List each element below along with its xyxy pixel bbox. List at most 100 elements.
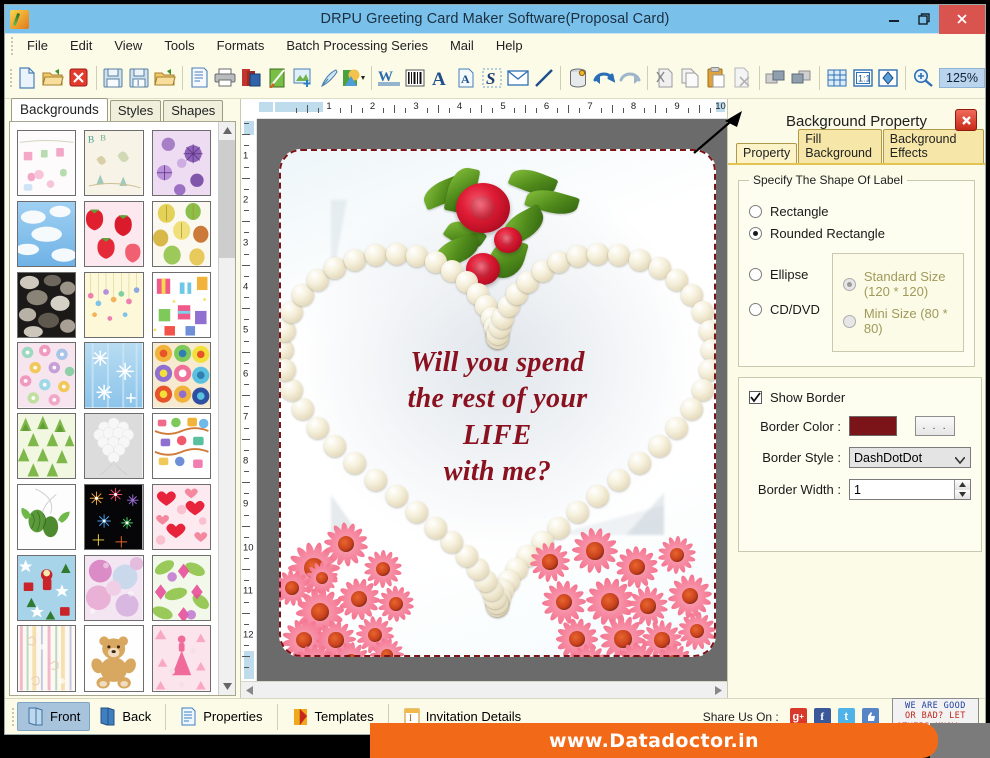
show-border-checkbox[interactable]	[749, 391, 762, 404]
new-document-icon[interactable]	[14, 63, 40, 93]
thumbnail-dark-pebbles-stones[interactable]	[17, 271, 77, 338]
scrollbar-thumb[interactable]	[219, 140, 235, 258]
stepper-up-icon[interactable]	[955, 480, 970, 490]
thumbnail-red-strawberries[interactable]	[84, 200, 144, 268]
radio-cd-dvd[interactable]	[749, 303, 762, 316]
thumbnail-yellow-confetti-drops[interactable]	[84, 271, 144, 338]
stepper-buttons[interactable]	[954, 480, 970, 499]
border-color-swatch[interactable]	[849, 416, 897, 436]
radio-row-rectangle[interactable]: Rectangle	[749, 204, 964, 219]
delete-red-x-icon[interactable]	[66, 63, 92, 93]
menu-formats[interactable]: Formats	[206, 36, 276, 55]
fit-page-icon[interactable]	[876, 63, 902, 93]
tab-backgrounds[interactable]: Backgrounds	[11, 98, 108, 121]
shape-gradient-icon[interactable]	[341, 63, 367, 93]
text-bold-a-icon[interactable]: A	[428, 63, 454, 93]
thumbnail-kids-toys-white[interactable]	[151, 413, 211, 480]
radio-rectangle[interactable]	[749, 205, 762, 218]
thumbnail-circle-mandalas-bright[interactable]	[151, 342, 211, 409]
signature-s-icon[interactable]: S	[479, 63, 505, 93]
toolbar-gripper[interactable]	[7, 68, 14, 87]
thumbnail-pastel-flower-mosaic[interactable]	[17, 342, 77, 409]
tab-shapes[interactable]: Shapes	[163, 100, 224, 121]
watermark-icon[interactable]: W	[376, 63, 402, 93]
thumbnail-red-hearts-pink[interactable]	[151, 483, 211, 551]
redo-icon[interactable]	[617, 63, 643, 93]
thumbnail-blue-snowflakes[interactable]	[84, 342, 144, 409]
thumbnail-green-pine-trees[interactable]	[17, 413, 77, 480]
zoom-level-label[interactable]: 125%	[939, 67, 985, 88]
stepper-down-icon[interactable]	[955, 489, 970, 499]
menu-gripper[interactable]	[8, 36, 16, 55]
border-width-value[interactable]: 1	[854, 483, 861, 497]
pen-icon[interactable]	[316, 63, 342, 93]
thumbnail-white-rose-heart-grey[interactable]	[84, 413, 144, 480]
panel-close-icon[interactable]	[955, 109, 977, 131]
copy-icon[interactable]	[677, 63, 703, 93]
border-color-picker-button[interactable]: . . .	[915, 416, 955, 436]
thumbnail-fireworks-black[interactable]	[84, 483, 144, 551]
paste-delete-icon[interactable]	[729, 63, 755, 93]
text-box-a-icon[interactable]: A	[453, 63, 479, 93]
scroll-left-icon[interactable]	[241, 682, 258, 698]
bottom-item-back[interactable]: Back	[90, 703, 160, 730]
thumbnail-teddy-bear-white[interactable]	[84, 625, 144, 692]
bottom-item-properties[interactable]: Properties	[171, 703, 271, 730]
radio-row-standard-size[interactable]: Standard Size (120 * 120)	[842, 269, 953, 299]
print-icon[interactable]	[213, 63, 239, 93]
border-style-select[interactable]: DashDotDot	[849, 447, 971, 468]
paint-card-icon[interactable]	[264, 63, 290, 93]
radio-mini-size[interactable]	[842, 314, 856, 328]
card-layers-icon[interactable]	[238, 63, 264, 93]
menu-view[interactable]: View	[103, 36, 153, 55]
radio-row-ellipse[interactable]: Ellipse	[749, 267, 820, 282]
scrollbar-track[interactable]	[219, 258, 235, 678]
bottom-item-front[interactable]: Front	[17, 702, 91, 731]
thumbnail-green-pinecone-white[interactable]	[17, 483, 77, 551]
bottombar-gripper[interactable]	[9, 707, 17, 726]
bring-front-icon[interactable]	[764, 63, 790, 93]
database-icon[interactable]	[565, 63, 591, 93]
thumbnail-green-pink-petals[interactable]	[151, 554, 211, 621]
save-as-icon[interactable]: I	[126, 63, 152, 93]
card-canvas[interactable]: Will you spend the rest of your LIFE wit…	[257, 119, 727, 681]
tab-styles[interactable]: Styles	[109, 100, 162, 121]
bottom-item-templates[interactable]: Templates	[283, 703, 383, 730]
scroll-up-icon[interactable]	[219, 122, 235, 139]
thumbnail-autumn-leaves-pastel[interactable]	[151, 200, 211, 268]
thumbnail-blue-sky-clouds[interactable]	[17, 200, 77, 268]
barcode-icon[interactable]	[402, 63, 428, 93]
thumbnail-baby-clothesline-pink[interactable]	[17, 130, 77, 197]
scroll-down-icon[interactable]	[219, 678, 235, 695]
menu-file[interactable]: File	[16, 36, 59, 55]
thumbnail-baby-storks-beige[interactable]: B B	[84, 130, 144, 197]
greeting-card[interactable]: Will you spend the rest of your LIFE wit…	[279, 149, 716, 657]
undo-icon[interactable]	[591, 63, 617, 93]
canvas-horizontal-scrollbar[interactable]	[241, 681, 727, 698]
menu-batch-processing-series[interactable]: Batch Processing Series	[275, 36, 439, 55]
email-icon[interactable]	[505, 63, 531, 93]
thumbnail-pastel-stripes-swirls[interactable]	[17, 625, 77, 692]
menu-help[interactable]: Help	[485, 36, 534, 55]
menu-edit[interactable]: Edit	[59, 36, 103, 55]
paste-icon[interactable]	[703, 63, 729, 93]
thumbnail-pink-princess-dress[interactable]	[151, 625, 211, 692]
thumbnail-santa-christmas-blue[interactable]	[17, 554, 77, 621]
horizontal-ruler[interactable]: 1 2 3 4 5 6 7 8 9 10	[257, 99, 727, 119]
scroll-right-icon[interactable]	[710, 682, 727, 698]
show-border-row[interactable]: Show Border	[749, 390, 971, 405]
save-icon[interactable]	[101, 63, 127, 93]
menu-mail[interactable]: Mail	[439, 36, 485, 55]
thumbnails-scrollbar[interactable]	[218, 122, 235, 695]
radio-standard-size[interactable]	[842, 277, 856, 291]
radio-row-mini-size[interactable]: Mini Size (80 * 80)	[842, 306, 953, 336]
border-width-stepper[interactable]: 1	[849, 479, 971, 500]
actual-size-icon[interactable]: 1:1	[850, 63, 876, 93]
vertical-ruler[interactable]: 1 2 3 4 5 6 7 8 9 10 11 12	[241, 119, 257, 681]
open-template-icon[interactable]	[152, 63, 178, 93]
thumbnail-purple-floral-burst[interactable]	[151, 130, 211, 197]
menu-tools[interactable]: Tools	[153, 36, 205, 55]
radio-ellipse[interactable]	[749, 268, 762, 281]
hscroll-track[interactable]	[258, 682, 710, 698]
cut-icon[interactable]	[652, 63, 678, 93]
